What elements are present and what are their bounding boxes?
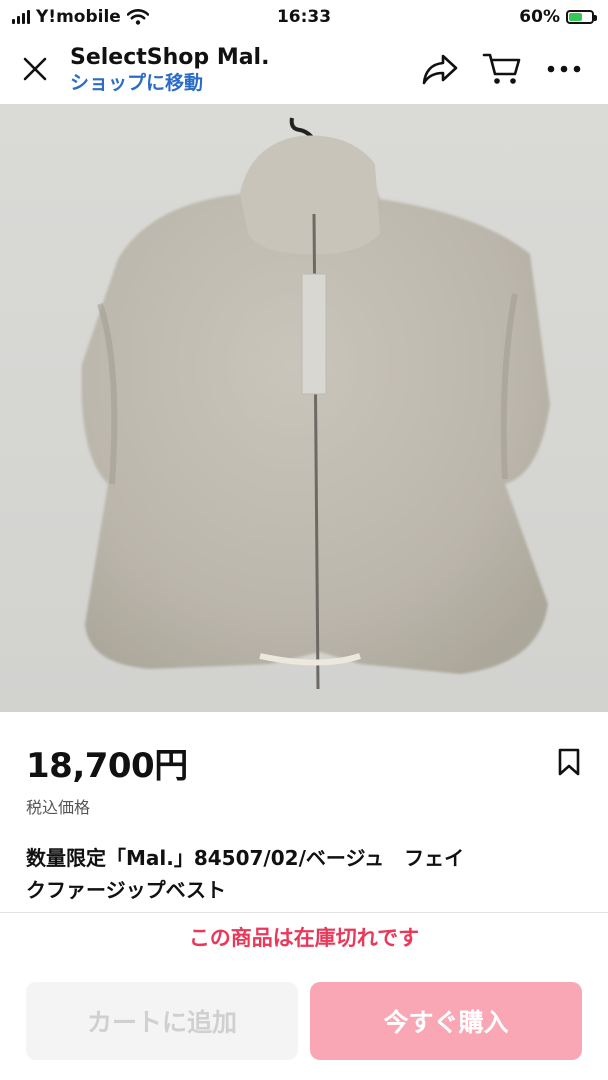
more-button[interactable] — [542, 47, 586, 91]
add-to-cart-button[interactable]: カートに追加 — [26, 982, 298, 1060]
close-icon — [23, 57, 47, 81]
header-actions — [418, 47, 608, 91]
wifi-icon — [126, 9, 149, 25]
out-of-stock-message: この商品は在庫切れです — [188, 926, 420, 950]
tax-included-label: 税込価格 — [26, 798, 91, 817]
product-title: 数量限定「Mal.」84507/02/ベージュ フェイ クファージップベスト — [26, 842, 586, 906]
divider — [0, 912, 608, 913]
status-left: Y!mobile — [12, 7, 149, 27]
share-button[interactable] — [418, 47, 462, 91]
price: 18,700円 — [26, 745, 188, 786]
status-bar: Y!mobile 16:33 60% — [0, 0, 608, 34]
buy-now-button[interactable]: 今すぐ購入 — [310, 982, 582, 1060]
product-title-line-2: クファージップベスト — [26, 878, 226, 902]
product-title-line-1: 数量限定「Mal.」84507/02/ベージュ フェイ — [26, 846, 465, 870]
battery-icon — [566, 10, 597, 24]
fur-vest-photo — [0, 104, 608, 712]
signal-icon — [12, 10, 30, 24]
cart-icon — [482, 53, 521, 84]
share-icon — [422, 54, 458, 85]
carrier-label: Y!mobile — [36, 7, 121, 27]
shop-header: SelectShop Mal. ショップに移動 — [0, 34, 608, 104]
status-right: 60% — [519, 7, 597, 27]
product-page: Y!mobile 16:33 60% SelectShop Mal. ショップに… — [0, 0, 608, 1080]
price-row: 18,700円 — [26, 738, 582, 786]
bookmark-icon[interactable] — [556, 747, 582, 777]
cart-button[interactable] — [480, 47, 524, 91]
header-titles: SelectShop Mal. ショップに移動 — [70, 43, 418, 95]
close-button[interactable] — [0, 34, 70, 104]
battery-percent: 60% — [519, 7, 560, 27]
more-icon — [547, 65, 581, 73]
product-image[interactable] — [0, 104, 608, 712]
go-to-shop-link[interactable]: ショップに移動 — [70, 71, 418, 95]
shop-name: SelectShop Mal. — [70, 45, 270, 70]
